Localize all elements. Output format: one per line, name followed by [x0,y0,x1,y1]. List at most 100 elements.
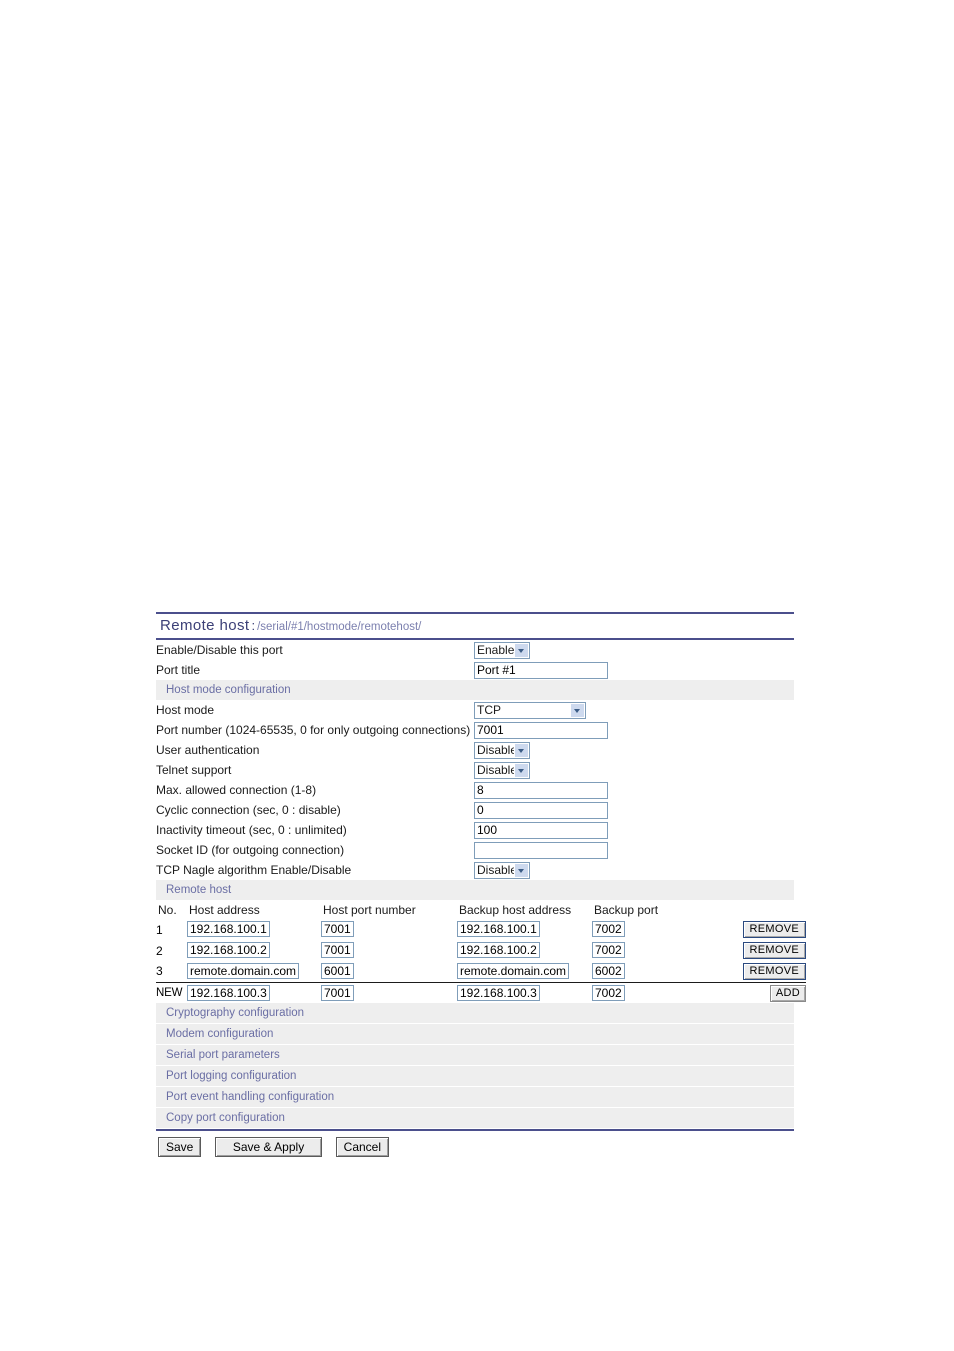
new-host-address-input[interactable]: 192.168.100.3 [187,984,270,1001]
backup-host-address-input[interactable]: 192.168.100.1 [457,921,540,937]
backup-port-input[interactable]: 7002 [592,921,625,937]
field-user-authentication: Disable [474,740,794,760]
host-port-input[interactable]: 7001 [321,942,354,958]
setting-row-telnet-support: Telnet support Disable [156,760,794,780]
user-authentication-select[interactable]: Disable [474,741,530,759]
link-port-logging-configuration[interactable]: Port logging configuration [156,1066,794,1087]
label-max-allowed-connection: Max. allowed connection (1-8) [156,783,317,797]
cancel-button[interactable]: Cancel [335,1137,390,1157]
save-button[interactable]: Save [158,1137,202,1157]
table-row: 3 remote.domain.com 6001 remote.domain.c… [156,961,806,982]
max-allowed-connection-input[interactable]: 8 [474,781,608,799]
column-header-actions [727,900,806,919]
field-cyclic-connection: 0 [474,800,794,820]
table-row: 2 192.168.100.2 7001 192.168.100.2 7002 … [156,940,806,961]
link-port-event-handling-configuration[interactable]: Port event handling configuration [156,1087,794,1108]
table-row-new: NEW 192.168.100.3 7001 192.168.100.3 700… [156,981,806,1003]
row-number: 3 [156,964,163,979]
chevron-down-icon [514,763,528,777]
host-address-input[interactable]: remote.domain.com [187,962,300,979]
link-modem-configuration[interactable]: Modem configuration [156,1024,794,1045]
row-number: 1 [156,922,163,937]
section-header-host-mode-label: Host mode configuration [156,680,794,700]
section-header-host-mode: Host mode configuration [156,680,794,700]
setting-row-tcp-nagle: TCP Nagle algorithm Enable/Disable Disab… [156,860,794,880]
port-number-input[interactable]: 7001 [474,721,608,739]
add-button[interactable]: ADD [769,984,806,1002]
field-socket-id [474,840,794,860]
field-telnet-support: Disable [474,760,794,780]
label-host-mode: Host mode [156,703,215,717]
row-number: 2 [156,943,163,958]
setting-row-cyclic-connection: Cyclic connection (sec, 0 : disable) 0 [156,800,794,820]
new-host-port-input[interactable]: 7001 [321,984,354,1001]
breadcrumb: /serial/#1/hostmode/remotehost/ [257,621,422,633]
field-host-mode: TCP [474,700,794,720]
column-header-host-address: Host address [189,902,260,917]
user-authentication-select-value: Disable [477,742,518,757]
setting-row-max-allowed-connection: Max. allowed connection (1-8) 8 [156,780,794,800]
field-enable-port: Enable [474,640,794,660]
setting-row-socket-id: Socket ID (for outgoing connection) [156,840,794,860]
setting-row-user-authentication: User authentication Disable [156,740,794,760]
backup-port-input[interactable]: 7002 [592,942,625,958]
label-user-authentication: User authentication [156,743,260,757]
label-inactivity-timeout: Inactivity timeout (sec, 0 : unlimited) [156,823,347,837]
link-copy-port-configuration[interactable]: Copy port configuration [156,1108,794,1129]
remote-host-table-header: No. Host address Host port number Backup… [156,900,806,919]
new-backup-host-address-input[interactable]: 192.168.100.3 [457,984,540,1001]
field-port-title: Port #1 [474,660,794,680]
enable-port-select[interactable]: Enable [474,641,530,659]
label-port-title: Port title [156,663,201,677]
remove-button[interactable]: REMOVE [742,962,806,980]
label-port-number: Port number (1024-65535, 0 for only outg… [156,723,471,737]
enable-port-select-value: Enable [477,642,515,657]
top-settings-table: Enable/Disable this port Enable Port tit… [156,640,794,900]
form-actions: Save Save & Apply Cancel [156,1131,794,1157]
tcp-nagle-select[interactable]: Disable [474,861,530,879]
backup-host-address-input[interactable]: remote.domain.com [457,962,570,979]
label-enable-port: Enable/Disable this port [156,643,283,657]
host-port-input[interactable]: 6001 [321,962,354,979]
host-mode-select-value: TCP [477,702,501,717]
backup-host-address-input[interactable]: 192.168.100.2 [457,942,540,958]
remove-button[interactable]: REMOVE [742,942,806,959]
row-number-new: NEW [156,981,187,1003]
telnet-support-select-value: Disable [477,762,518,777]
inactivity-timeout-input[interactable]: 100 [474,821,608,839]
cyclic-connection-input[interactable]: 0 [474,801,608,819]
setting-row-port-number: Port number (1024-65535, 0 for only outg… [156,720,794,740]
field-max-allowed-connection: 8 [474,780,794,800]
setting-row-enable-port: Enable/Disable this port Enable [156,640,794,660]
column-header-host-port: Host port number [323,902,416,917]
field-tcp-nagle: Disable [474,860,794,880]
chevron-down-icon [514,643,528,657]
remove-button[interactable]: REMOVE [742,921,806,938]
link-serial-port-parameters[interactable]: Serial port parameters [156,1045,794,1066]
save-and-apply-button[interactable]: Save & Apply [214,1137,323,1157]
telnet-support-select[interactable]: Disable [474,761,530,779]
socket-id-input[interactable] [474,841,608,859]
configuration-links: Cryptography configuration Modem configu… [156,1003,794,1129]
port-title-input[interactable]: Port #1 [474,661,608,679]
chevron-down-icon [514,743,528,757]
host-mode-select[interactable]: TCP [474,701,586,719]
section-header-remote-host-label: Remote host [156,880,794,900]
host-address-input[interactable]: 192.168.100.1 [187,921,270,937]
page-title-bar: Remote host:/serial/#1/hostmode/remoteho… [156,614,794,638]
table-row: 1 192.168.100.1 7001 192.168.100.1 7002 … [156,919,806,940]
host-address-input[interactable]: 192.168.100.2 [187,942,270,958]
new-backup-port-input[interactable]: 7002 [592,984,625,1001]
backup-port-input[interactable]: 6002 [592,962,625,979]
label-tcp-nagle: TCP Nagle algorithm Enable/Disable [156,863,352,877]
label-telnet-support: Telnet support [156,763,232,777]
column-header-backup-port: Backup port [594,902,659,917]
setting-row-inactivity-timeout: Inactivity timeout (sec, 0 : unlimited) … [156,820,794,840]
host-port-input[interactable]: 7001 [321,921,354,937]
column-header-no: No. [158,902,177,917]
link-cryptography-configuration[interactable]: Cryptography configuration [156,1003,794,1024]
label-cyclic-connection: Cyclic connection (sec, 0 : disable) [156,803,341,817]
field-port-number: 7001 [474,720,794,740]
remote-host-table: No. Host address Host port number Backup… [156,900,806,1003]
setting-row-host-mode: Host mode TCP [156,700,794,720]
